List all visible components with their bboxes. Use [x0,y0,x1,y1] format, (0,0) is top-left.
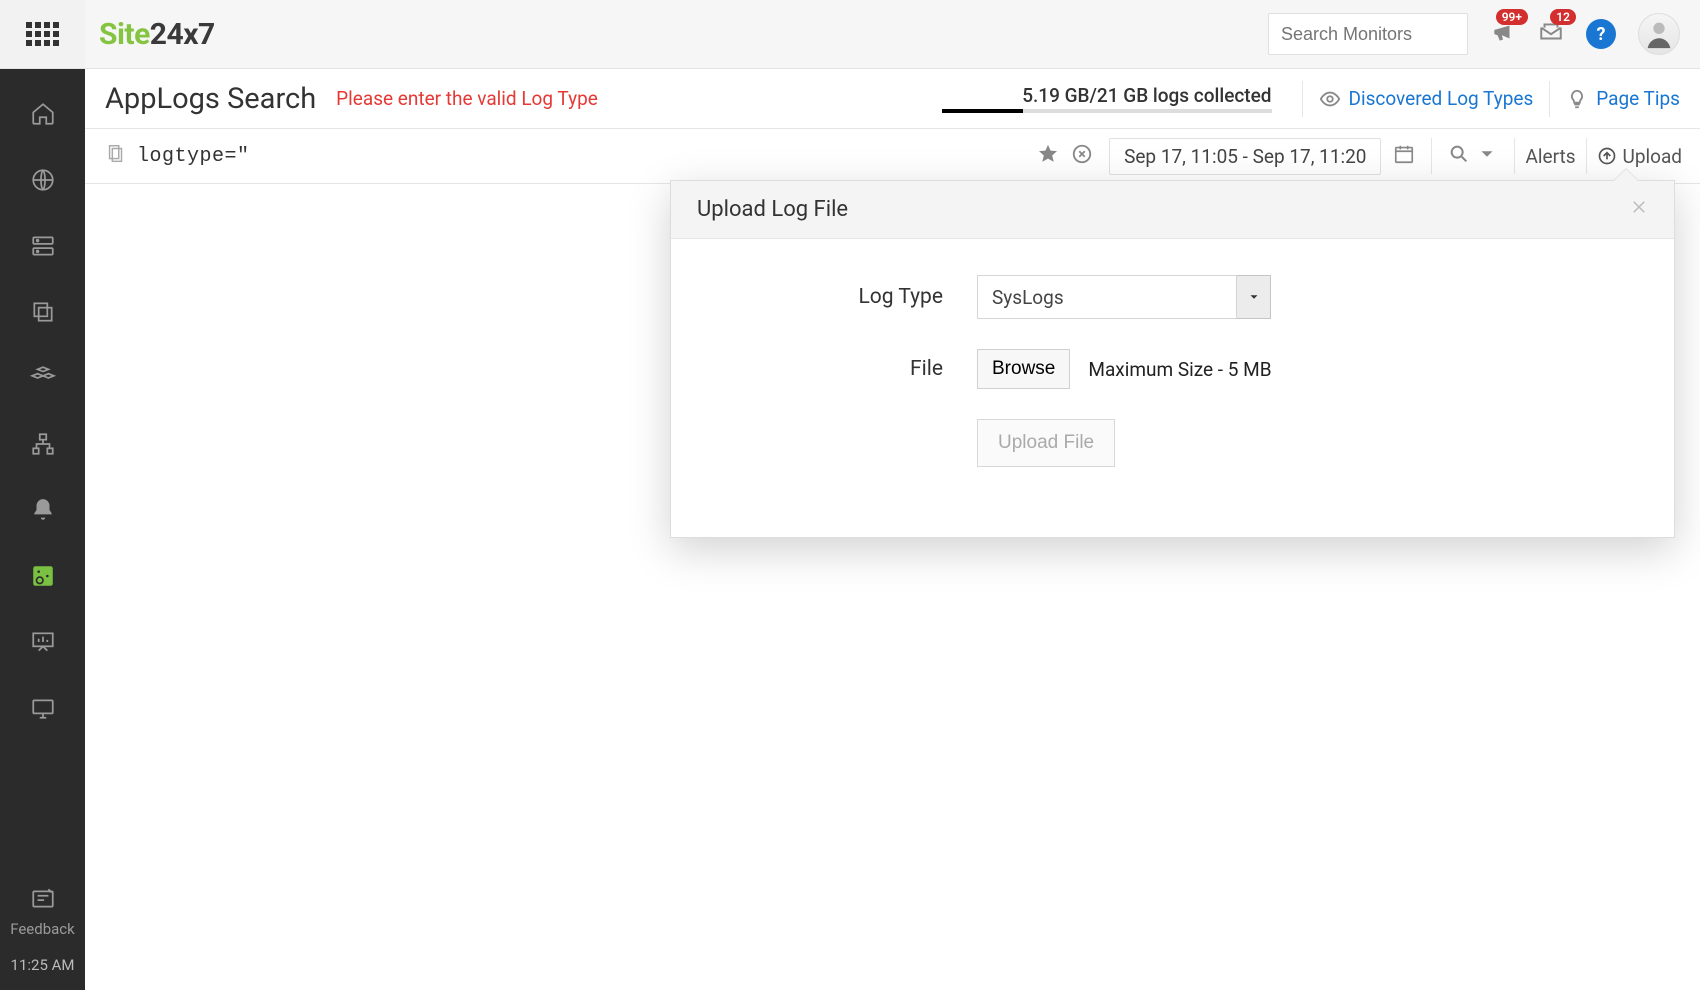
presentation-icon [30,629,56,655]
cubes-icon [30,365,56,391]
nav-windows[interactable] [30,299,56,329]
nav-home[interactable] [30,101,56,131]
inbox-button[interactable]: 12 [1538,19,1564,49]
search-dropdown-caret[interactable] [1476,143,1504,169]
row-file: File Browse Maximum Size - 5 MB [697,349,1648,389]
apps-grid-icon [26,22,59,46]
help-button[interactable]: ? [1586,19,1616,49]
nav-network[interactable] [30,431,56,461]
eye-icon [1319,88,1341,110]
nav-applogs[interactable] [30,563,56,593]
nav-desktop[interactable] [30,695,56,725]
modal-close-button[interactable] [1630,197,1648,222]
discovered-log-types-link[interactable]: Discovered Log Types [1319,87,1534,110]
browse-button[interactable]: Browse [977,349,1070,389]
calendar-icon [1393,143,1415,165]
search-dropdown[interactable] [1442,143,1476,169]
upload-log-modal: Upload Log File Log Type SysLogs File Br… [670,180,1675,538]
modal-arrow [1614,169,1638,181]
page-title: AppLogs Search [105,82,316,116]
lightbulb-icon [1566,88,1588,110]
feedback-button[interactable]: Feedback [0,886,85,938]
quota-bar [942,109,1272,113]
inbox-badge: 12 [1550,9,1576,25]
network-icon [30,431,56,457]
nav-list [30,69,56,886]
avatar-icon [1642,17,1676,51]
notifications-button[interactable]: 99+ [1490,19,1516,49]
query-input[interactable] [137,145,1031,168]
row-submit: Upload File [697,419,1648,467]
modal-title: Upload Log File [697,197,848,222]
validation-warning: Please enter the valid Log Type [336,87,598,110]
modal-header: Upload Log File [671,181,1674,239]
quota-fill [942,109,1024,113]
query-toolbar: Sep 17, 11:05 - Sep 17, 11:20 Alerts Upl… [85,129,1700,184]
sidebar-clock: 11:25 AM [0,956,85,974]
star-icon [1037,143,1059,165]
date-range-text: Sep 17, 11:05 - Sep 17, 11:20 [1124,145,1366,168]
search-monitors-input[interactable] [1268,13,1468,55]
file-label: File [697,357,977,381]
page-tips-label: Page Tips [1596,87,1680,110]
left-sidebar: Feedback 11:25 AM [0,0,85,990]
close-icon [1630,198,1648,216]
applogs-icon [30,563,56,589]
home-icon [30,101,56,127]
nav-presentation[interactable] [30,629,56,659]
feedback-label: Feedback [0,920,85,938]
log-type-label: Log Type [697,285,977,309]
close-circle-icon [1071,143,1093,165]
apps-launcher[interactable] [0,0,85,69]
modal-body: Log Type SysLogs File Browse Maximum Siz… [671,239,1674,537]
sidebar-footer: Feedback 11:25 AM [0,886,85,990]
nav-bell[interactable] [30,497,56,527]
page-header: AppLogs Search Please enter the valid Lo… [85,69,1700,129]
date-range-picker[interactable]: Sep 17, 11:05 - Sep 17, 11:20 [1109,138,1381,175]
max-size-text: Maximum Size - 5 MB [1088,358,1271,381]
calendar-button[interactable] [1387,143,1421,169]
feedback-icon [30,886,56,912]
logo-word-24x7: 24x7 [150,17,215,52]
globe-icon [30,167,56,193]
clear-query-button[interactable] [1065,143,1099,169]
star-button[interactable] [1031,143,1065,169]
topbar: Site24x7 99+ 12 ? [85,0,1700,69]
quota-indicator: 5.19 GB/21 GB logs collected [942,84,1272,113]
upload-file-button[interactable]: Upload File [977,419,1115,467]
upload-button[interactable]: Upload [1597,145,1700,168]
nav-server[interactable] [30,233,56,263]
log-type-value: SysLogs [977,275,1237,319]
log-type-caret[interactable] [1237,275,1271,319]
quota-text: 5.19 GB/21 GB logs collected [1022,84,1271,107]
chevron-down-icon [1247,290,1261,304]
nav-globe[interactable] [30,167,56,197]
page-tips-link[interactable]: Page Tips [1566,87,1680,110]
product-logo[interactable]: Site24x7 [99,17,215,52]
log-type-select[interactable]: SysLogs [977,275,1271,319]
document-icon [105,143,127,165]
nav-cubes[interactable] [30,365,56,395]
query-doc-icon [105,143,127,169]
server-icon [30,233,56,259]
help-label: ? [1597,24,1606,45]
upload-label: Upload [1623,145,1683,168]
logo-word-site: Site [99,17,150,52]
row-log-type: Log Type SysLogs [697,275,1648,319]
desktop-icon [30,695,56,721]
bell-icon [30,497,56,523]
caret-down-icon [1476,143,1498,165]
user-avatar[interactable] [1638,13,1680,55]
search-icon [1448,143,1470,165]
alerts-button[interactable]: Alerts [1525,145,1575,168]
upload-icon [1597,146,1617,166]
windows-icon [30,299,56,325]
notifications-badge: 99+ [1496,9,1528,25]
discovered-label: Discovered Log Types [1349,87,1534,110]
